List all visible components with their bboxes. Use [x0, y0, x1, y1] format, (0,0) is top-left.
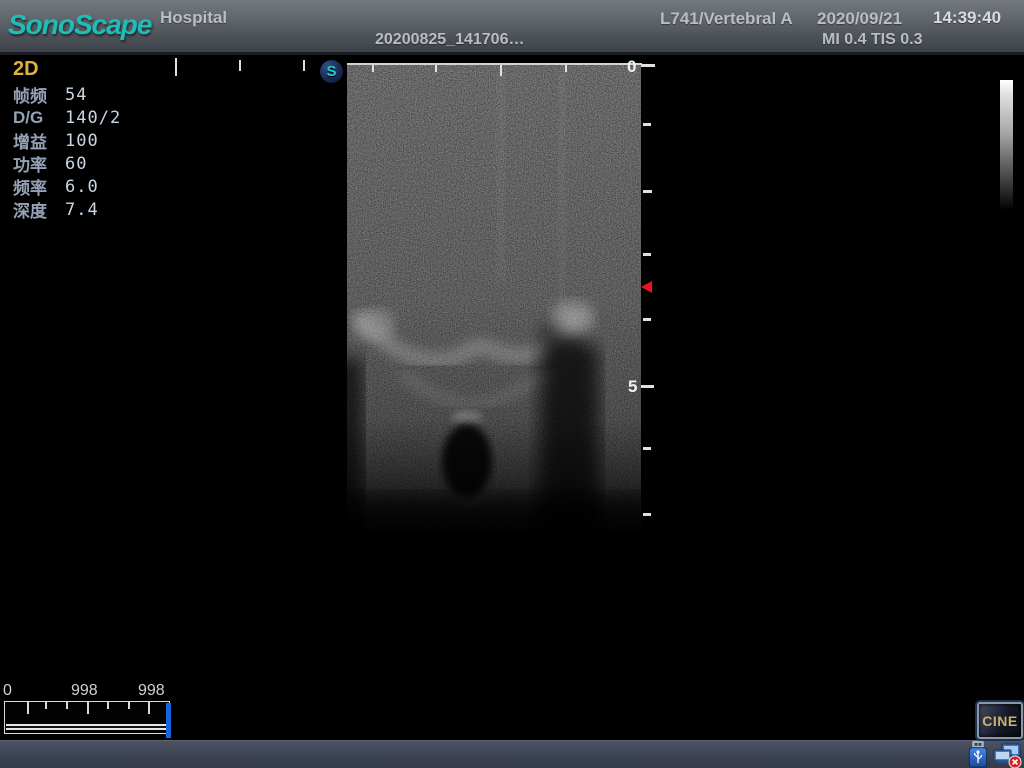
brand-logo: SonoScape	[8, 9, 151, 41]
ruler-tick	[500, 65, 502, 76]
ultrasound-render	[347, 63, 641, 537]
param-value: 7.4	[65, 200, 99, 220]
taskbar	[0, 740, 1024, 768]
depth-label-mid: 5	[628, 377, 637, 397]
ruler-tick	[372, 65, 374, 72]
ruler-tick	[565, 65, 567, 72]
exam-id: 20200825_141706…	[375, 31, 524, 49]
exam-time: 14:39:40	[933, 8, 1001, 28]
cine-position-indicator[interactable]	[166, 703, 171, 738]
cine-track	[6, 724, 167, 730]
ruler-tick	[239, 60, 241, 71]
param-value: 60	[65, 154, 87, 174]
param-label: 深度	[13, 197, 65, 222]
depth-tick-major	[641, 64, 655, 67]
param-row-framerate: 帧频 54	[13, 83, 121, 106]
cine-tick	[128, 702, 130, 709]
depth-tick	[643, 190, 652, 193]
focus-marker-icon[interactable]	[641, 281, 652, 293]
depth-label-top: 0	[627, 57, 636, 77]
param-value: 6.0	[65, 177, 99, 197]
cine-frame-total: 998	[138, 682, 165, 700]
depth-tick-major	[641, 385, 654, 388]
param-row-dg: D/G 140/2	[13, 106, 121, 129]
param-label: 帧频	[13, 82, 65, 107]
hospital-name: Hospital	[160, 8, 227, 28]
ultrasound-screen: SonoScape Hospital 20200825_141706… L741…	[0, 0, 1024, 768]
cine-frame-current: 998	[71, 682, 98, 700]
network-error-icon[interactable]	[991, 743, 1022, 768]
depth-tick	[643, 513, 651, 516]
depth-tick	[643, 447, 651, 450]
probe-preset: L741/Vertebral A	[660, 9, 793, 29]
ruler-tick	[175, 58, 177, 76]
param-value: 140/2	[65, 108, 121, 128]
exam-date: 2020/09/21	[817, 9, 902, 29]
cine-tick-major	[87, 702, 89, 714]
top-ruler	[347, 63, 642, 65]
usb-icon[interactable]	[966, 741, 990, 768]
depth-tick	[643, 253, 651, 256]
parameter-panel: 帧频 54 D/G 140/2 增益 100 功率 60 频率 6.0 深度 7…	[13, 83, 121, 221]
ultrasound-image[interactable]	[347, 63, 641, 537]
cine-tick	[107, 702, 109, 709]
param-row-gain: 增益 100	[13, 129, 121, 152]
cine-tick-major	[148, 702, 150, 714]
param-value: 100	[65, 131, 99, 151]
param-label: 功率	[13, 151, 65, 176]
cine-tick-major	[27, 702, 29, 714]
param-row-power: 功率 60	[13, 152, 121, 175]
grayscale-bar	[1000, 80, 1013, 210]
cine-tick	[66, 702, 68, 709]
ruler-tick	[303, 60, 305, 71]
cine-frame-start: 0	[3, 682, 12, 700]
param-label: D/G	[13, 108, 65, 128]
cine-tick	[45, 702, 47, 709]
title-bar: SonoScape Hospital 20200825_141706… L741…	[0, 0, 1024, 55]
param-row-frequency: 频率 6.0	[13, 175, 121, 198]
param-row-depth: 深度 7.4	[13, 198, 121, 221]
cine-button[interactable]: CINE	[977, 702, 1023, 739]
param-label: 增益	[13, 128, 65, 153]
cine-ruler[interactable]	[4, 701, 170, 734]
orientation-marker-icon: S	[320, 60, 343, 83]
mode-label: 2D	[13, 58, 39, 81]
ruler-tick	[435, 65, 437, 72]
param-value: 54	[65, 85, 87, 105]
depth-tick	[643, 123, 651, 126]
mi-tis-readout: MI 0.4 TIS 0.3	[822, 31, 922, 49]
param-label: 频率	[13, 174, 65, 199]
depth-tick	[643, 318, 651, 321]
